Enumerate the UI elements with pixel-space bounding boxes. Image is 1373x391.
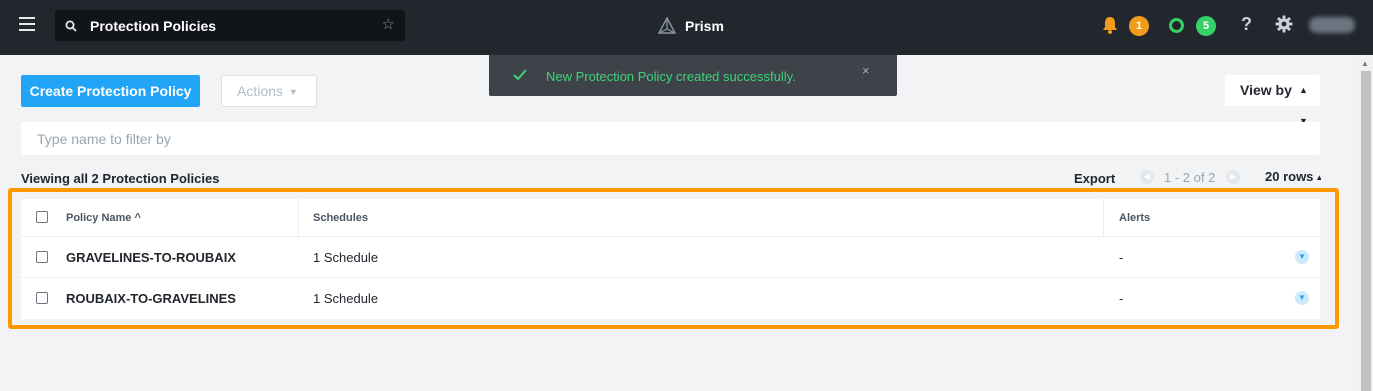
expand-row-icon[interactable]: ▼: [1295, 250, 1309, 264]
export-link[interactable]: Export: [1074, 171, 1115, 186]
prism-logo-icon: [658, 17, 676, 34]
bell-icon[interactable]: [1102, 16, 1118, 34]
toast-message: New Protection Policy created successful…: [546, 69, 796, 84]
alerts-count-badge[interactable]: 1: [1129, 16, 1149, 36]
policy-name-cell[interactable]: GRAVELINES-TO-ROUBAIX: [66, 250, 236, 265]
policy-name-cell[interactable]: ROUBAIX-TO-GRAVELINES: [66, 291, 236, 306]
search-query[interactable]: Protection Policies: [90, 18, 216, 34]
scroll-up-arrow-icon[interactable]: ▲: [1361, 59, 1369, 68]
schedules-cell: 1 Schedule: [313, 250, 379, 265]
previous-page-icon[interactable]: ◀: [1140, 170, 1154, 184]
row-checkbox[interactable]: [36, 251, 48, 263]
top-navigation-bar: Protection Policies ☆ Prism 1 5 ?: [0, 0, 1373, 55]
alerts-cell: -: [1119, 291, 1124, 306]
check-icon: [513, 69, 527, 81]
column-header-schedules[interactable]: Schedules: [313, 212, 368, 224]
create-protection-policy-button[interactable]: Create Protection Policy: [21, 75, 200, 107]
help-icon[interactable]: ?: [1241, 14, 1252, 35]
rows-per-page-label: 20 rows: [1265, 169, 1314, 184]
user-menu[interactable]: [1309, 17, 1355, 33]
name-filter-input[interactable]: [21, 122, 1320, 155]
expand-row-icon[interactable]: ▼: [1295, 291, 1309, 305]
chevron-down-icon: ▼: [288, 87, 298, 97]
rows-per-page-select[interactable]: 20 rows▲▼: [1265, 169, 1321, 184]
page-range: 1 - 2 of 2: [1164, 170, 1216, 185]
brand: Prism: [658, 16, 724, 36]
sort-ascending-icon: ^: [134, 212, 141, 224]
view-by-label: View by: [1240, 82, 1292, 98]
view-by-dropdown[interactable]: View by ▲ ▼: [1225, 75, 1320, 126]
actions-dropdown[interactable]: Actions ▼: [221, 75, 317, 107]
sort-arrows-icon: ▲▼: [1315, 173, 1321, 182]
protection-policies-table: Policy Name ^ Schedules Alerts GRAVELINE…: [21, 199, 1320, 319]
table-row[interactable]: ROUBAIX-TO-GRAVELINES 1 Schedule - ▼: [21, 278, 1320, 319]
column-header-alerts[interactable]: Alerts: [1119, 212, 1150, 224]
column-divider: [298, 199, 299, 237]
row-checkbox[interactable]: [36, 292, 48, 304]
global-search-bar[interactable]: Protection Policies ☆: [55, 10, 405, 41]
column-header-policy-name[interactable]: Policy Name ^: [66, 212, 141, 224]
success-toast: New Protection Policy created successful…: [489, 55, 897, 96]
tasks-ring-icon[interactable]: [1169, 18, 1184, 33]
scrollbar-thumb[interactable]: [1361, 71, 1371, 391]
list-summary: Viewing all 2 Protection Policies: [21, 171, 220, 186]
column-divider: [1103, 199, 1104, 237]
next-page-icon[interactable]: ▶: [1226, 170, 1240, 184]
tasks-count-badge[interactable]: 5: [1196, 16, 1216, 36]
gear-icon[interactable]: [1275, 15, 1293, 33]
star-icon[interactable]: ☆: [382, 16, 395, 34]
schedules-cell: 1 Schedule: [313, 291, 379, 306]
close-icon[interactable]: ×: [862, 63, 870, 78]
alerts-cell: -: [1119, 250, 1124, 265]
table-header-row: Policy Name ^ Schedules Alerts: [21, 199, 1320, 237]
select-all-checkbox[interactable]: [36, 211, 48, 223]
hamburger-menu-icon[interactable]: [19, 17, 35, 31]
brand-name: Prism: [685, 18, 724, 34]
actions-label: Actions: [237, 83, 283, 99]
table-row[interactable]: GRAVELINES-TO-ROUBAIX 1 Schedule - ▼: [21, 237, 1320, 278]
search-icon: [65, 20, 77, 32]
